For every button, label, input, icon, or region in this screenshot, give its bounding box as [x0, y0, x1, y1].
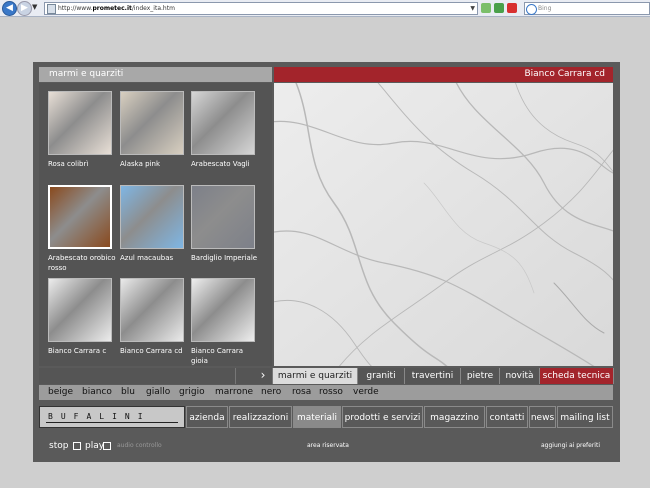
material-tile[interactable]: Rosa colibrì — [48, 91, 118, 169]
material-name: Bardiglio Imperiale — [191, 254, 258, 262]
main-nav-button[interactable]: realizzazioni — [229, 406, 292, 428]
site-frame: marmi e quarziti Bianco Carrara cd Rosa … — [33, 62, 620, 462]
material-tile[interactable]: Bianco Carrara gioia — [191, 278, 261, 366]
material-tile[interactable]: Azul macaubas — [120, 185, 190, 263]
back-button[interactable]: ◀ — [2, 1, 17, 16]
history-dropdown-icon[interactable]: ▼ — [32, 3, 37, 11]
play-checkbox[interactable] — [103, 442, 111, 450]
color-filter-link[interactable]: beige — [48, 385, 73, 400]
material-thumbnail[interactable] — [48, 91, 112, 155]
material-name: Arabescato Vagli — [191, 160, 250, 168]
logo-underline — [46, 422, 178, 423]
category-tab-bar: › marmi e quarziti graniti travertini pietr… — [39, 368, 614, 384]
browser-toolbar: ◀ ▶ ▼ http://www.prometec.it/index_ita.h… — [0, 0, 650, 17]
search-box[interactable]: Bing — [524, 2, 650, 15]
main-nav-button[interactable]: contatti — [486, 406, 528, 428]
main-nav-button[interactable]: news — [529, 406, 556, 428]
category-tab[interactable]: pietre — [461, 368, 500, 384]
material-tile[interactable]: Alaska pink — [120, 91, 190, 169]
material-name: Bianco Carrara gioia — [191, 347, 244, 365]
footer-bar: stop play audio controllo area riservata… — [39, 438, 613, 454]
next-arrow-button[interactable]: › — [254, 368, 273, 384]
color-filter-link[interactable]: blu — [121, 385, 135, 400]
bufalini-logo[interactable]: BUFALINI — [39, 406, 185, 428]
category-tab[interactable]: novità — [500, 368, 540, 384]
material-name: Azul macaubas — [120, 254, 174, 262]
material-thumbnail[interactable] — [48, 278, 112, 342]
tab-spacer-2 — [236, 368, 255, 384]
logo-text: BUFALINI — [48, 412, 151, 421]
add-favorites-link[interactable]: aggiungi ai preferiti — [541, 438, 600, 454]
material-thumbnail[interactable] — [120, 91, 184, 155]
stop-label: stop — [49, 441, 69, 451]
material-tile[interactable]: Bardiglio Imperiale — [191, 185, 261, 263]
address-bar[interactable]: http://www.prometec.it/index_ita.htm ▼ — [44, 2, 478, 15]
forward-button[interactable]: ▶ — [17, 1, 32, 16]
main-nav-button[interactable]: prodotti e servizi — [342, 406, 423, 428]
main-nav-button[interactable]: azienda — [186, 406, 228, 428]
material-thumbnail[interactable] — [191, 185, 255, 249]
color-filter-link[interactable]: rosa — [292, 385, 311, 400]
refresh-icon[interactable] — [494, 3, 504, 13]
color-filter-bar: beige bianco blu giallo grigio marrone nero ros… — [39, 385, 613, 400]
preview-title: Bianco Carrara cd — [274, 67, 613, 82]
category-tab[interactable]: graniti — [358, 368, 405, 384]
compatibility-icon[interactable] — [481, 3, 491, 13]
category-tab[interactable]: scheda tecnica — [540, 368, 614, 384]
material-name: Arabescato orobico rosso — [48, 254, 116, 272]
color-filter-link[interactable]: giallo — [146, 385, 170, 400]
material-tile[interactable]: Bianco Carrara cd — [120, 278, 190, 356]
address-dropdown-icon[interactable]: ▼ — [470, 3, 475, 14]
page-icon — [47, 4, 56, 14]
material-name: Alaska pink — [120, 160, 160, 168]
material-thumbnail[interactable] — [48, 185, 112, 249]
play-label: play — [85, 441, 105, 451]
main-nav-button[interactable]: materiali — [293, 406, 341, 428]
gallery-heading: marmi e quarziti — [39, 67, 272, 82]
material-name: Bianco Carrara c — [48, 347, 107, 355]
color-filter-link[interactable]: marrone — [215, 385, 253, 400]
bing-icon — [526, 4, 537, 15]
stop-icon[interactable] — [507, 3, 517, 13]
url-text: http://www.prometec.it/index_ita.htm — [58, 5, 175, 12]
color-filter-link[interactable]: verde — [353, 385, 379, 400]
reserved-area-link[interactable]: area riservata — [307, 438, 349, 454]
tab-spacer — [39, 368, 236, 384]
stop-checkbox[interactable] — [73, 442, 81, 450]
category-tab[interactable]: marmi e quarziti — [273, 368, 358, 384]
main-navigation: BUFALINI azienda realizzazioni materiali pr… — [39, 405, 613, 429]
search-placeholder: Bing — [538, 5, 552, 12]
material-tile[interactable]: Arabescato Vagli — [191, 91, 261, 169]
material-name: Bianco Carrara cd — [120, 347, 183, 355]
color-filter-link[interactable]: rosso — [319, 385, 343, 400]
color-filter-link[interactable]: grigio — [179, 385, 205, 400]
material-name: Rosa colibrì — [48, 160, 89, 168]
material-thumbnail[interactable] — [120, 278, 184, 342]
material-tile[interactable]: Bianco Carrara c — [48, 278, 118, 356]
material-preview-image — [274, 83, 613, 366]
material-gallery: Rosa colibrì Alaska pink Arabescato Vagli A… — [39, 83, 272, 366]
main-nav-button[interactable]: magazzino — [424, 406, 485, 428]
material-thumbnail[interactable] — [120, 185, 184, 249]
material-thumbnail[interactable] — [191, 91, 255, 155]
color-filter-link[interactable]: nero — [261, 385, 281, 400]
color-filter-link[interactable]: bianco — [82, 385, 112, 400]
audio-control-label: audio controllo — [117, 442, 162, 449]
material-tile[interactable]: Arabescato orobico rosso — [48, 185, 118, 273]
main-nav-button[interactable]: mailing list — [557, 406, 613, 428]
marble-texture — [274, 83, 613, 366]
category-tab[interactable]: travertini — [405, 368, 461, 384]
material-thumbnail[interactable] — [191, 278, 255, 342]
